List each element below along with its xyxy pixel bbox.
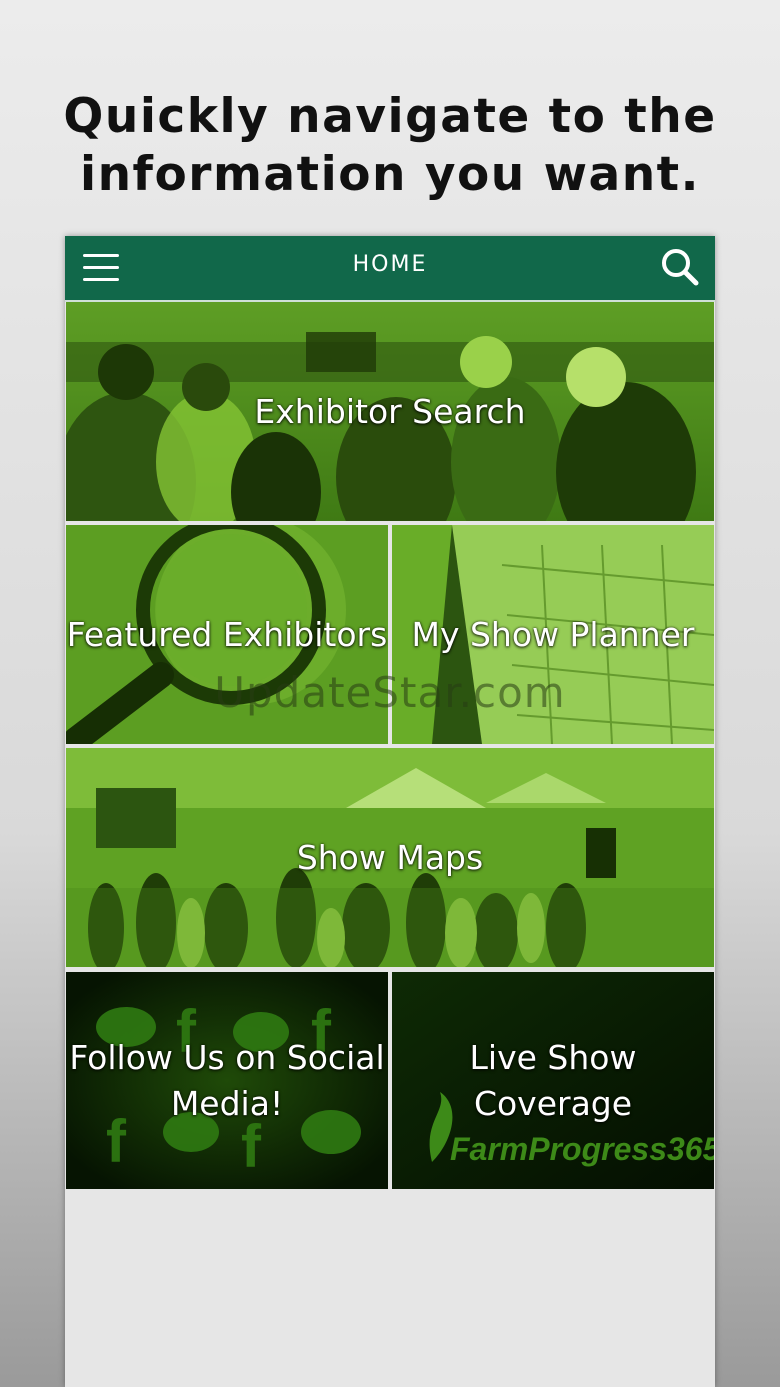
social-media-label: Follow Us on Social Media! <box>69 1035 384 1127</box>
live-show-coverage-tile[interactable]: FarmProgress365 Live Show Coverage <box>392 972 714 1189</box>
farmprogress-logo-text: FarmProgress365 <box>450 1131 714 1167</box>
watermark: UpdateStar.com <box>214 668 566 717</box>
show-maps-label: Show Maps <box>296 837 484 877</box>
my-show-planner-label: My Show Planner <box>411 614 695 654</box>
top-navbar: HOME <box>65 236 715 302</box>
live-show-label-line-1: Live Show <box>469 1037 637 1077</box>
social-media-label-line-1: Follow Us on Social <box>69 1037 385 1077</box>
search-icon[interactable] <box>659 246 701 288</box>
app-screen: HOME Exhibitor Search Featured Exhibitor… <box>65 236 715 1387</box>
headline-line-1: Quickly navigate to the <box>63 89 717 144</box>
promo-headline: Quickly navigate to the information you … <box>0 88 780 204</box>
live-show-label-line-2: Coverage <box>473 1083 633 1123</box>
headline-line-2: information you want. <box>79 147 701 202</box>
featured-exhibitors-label: Featured Exhibitors <box>66 614 388 654</box>
live-show-coverage-label: Live Show Coverage <box>470 1035 637 1127</box>
show-maps-tile[interactable]: Show Maps <box>66 748 714 967</box>
exhibitor-search-label: Exhibitor Search <box>254 391 526 431</box>
page-title: HOME <box>352 252 428 277</box>
social-media-tile[interactable]: f f f f Follow Us on Social Media! <box>66 972 388 1189</box>
social-media-label-line-2: Media! <box>170 1083 284 1123</box>
exhibitor-search-tile[interactable]: Exhibitor Search <box>66 302 714 521</box>
